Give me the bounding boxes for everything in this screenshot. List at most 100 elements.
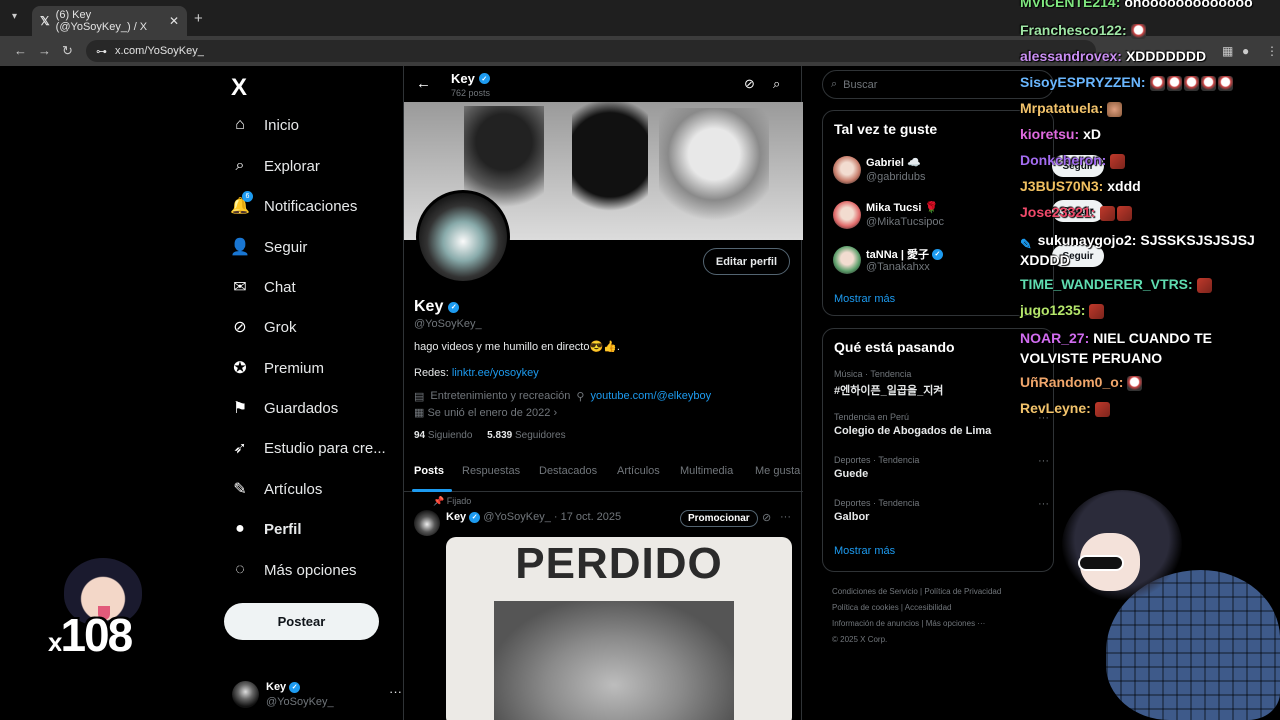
following-label: Siguiendo bbox=[427, 430, 473, 441]
avatar[interactable] bbox=[414, 510, 440, 536]
more-icon[interactable]: ··· bbox=[780, 511, 791, 523]
grok-icon[interactable]: ⊘ bbox=[744, 76, 755, 92]
suggestion-handle: @Tanakahxx bbox=[866, 261, 930, 273]
trend-category: Música · Tendencia bbox=[834, 369, 912, 379]
tab-1[interactable]: Respuestas bbox=[462, 465, 520, 477]
trend-item[interactable]: Música · Tendencia #엔하이픈_일곱을_지켜 bbox=[834, 369, 1049, 398]
grok-icon[interactable]: ⊘ bbox=[762, 511, 771, 524]
mail-icon: ✉ bbox=[233, 279, 247, 296]
search-icon: ⌕ bbox=[831, 78, 838, 90]
browser-tab[interactable]: 𝕏 (6) Key (@YoSoyKey_) / X ✕ bbox=[32, 6, 187, 36]
ghost-emote-icon bbox=[1149, 75, 1165, 91]
sidebar-item-grok[interactable]: ⊘ Grok bbox=[230, 317, 296, 337]
chat-message: alessandrovex: XDDDDDDD bbox=[1020, 48, 1206, 64]
more-icon[interactable]: ··· bbox=[389, 684, 402, 699]
suggestion-name-row: Gabriel ☁️ bbox=[866, 156, 921, 169]
tweet-author[interactable]: Key bbox=[446, 511, 466, 523]
edit-profile-button[interactable]: Editar perfil bbox=[702, 248, 790, 275]
active-tab-indicator bbox=[412, 489, 452, 492]
trend-category: Deportes · Tendencia bbox=[834, 455, 920, 465]
promote-button[interactable]: Promocionar bbox=[680, 510, 758, 527]
sidebar-item-mail[interactable]: ✉ Chat bbox=[230, 277, 295, 297]
trend-name: Galbor bbox=[834, 511, 870, 523]
combo-counter: x108 bbox=[48, 608, 133, 662]
sidebar-item-bell[interactable]: 🔔 6 Notificaciones bbox=[230, 191, 358, 216]
browser-tab-title: (6) Key (@YoSoyKey_) / X bbox=[55, 9, 148, 33]
join-date-row: ▦ Se unió el enero de 2022 › bbox=[414, 406, 557, 419]
suggestion-item[interactable]: taNNa | 愛子 ✓ @Tanakahxx Seguir bbox=[833, 243, 1104, 279]
sidebar-item-bookmark[interactable]: ⚑ Guardados bbox=[230, 398, 338, 418]
sidebar-item-person[interactable]: ● Perfil bbox=[230, 519, 301, 539]
followers-link[interactable]: 5.839 Seguidores bbox=[487, 430, 565, 441]
suggestion-name-row: taNNa | 愛子 ✓ bbox=[866, 246, 943, 262]
sidebar-item-home[interactable]: ⌂ Inicio bbox=[230, 115, 299, 135]
link-icon: ⚲ bbox=[576, 391, 585, 403]
trends-show-more-link[interactable]: Mostrar más bbox=[834, 545, 895, 557]
new-tab-icon[interactable]: + bbox=[194, 10, 203, 27]
back-arrow-icon[interactable]: ← bbox=[416, 75, 431, 92]
left-sidebar: X ⌂ Inicio ⌕ Explorar 🔔 6 Notificaciones 👤 Segui… bbox=[218, 66, 404, 720]
more-icon[interactable]: ··· bbox=[1038, 498, 1049, 510]
tab-5[interactable]: Me gusta bbox=[755, 465, 800, 477]
avatar bbox=[232, 681, 259, 708]
tab-4[interactable]: Multimedia bbox=[680, 465, 733, 477]
following-link[interactable]: 94 Siguiendo bbox=[414, 430, 472, 441]
avatar bbox=[833, 156, 861, 184]
account-switcher[interactable]: Key ✓ @YoSoyKey_ ··· bbox=[230, 678, 402, 714]
chat-message: jugo1235: bbox=[1020, 302, 1106, 319]
footer-link[interactable]: Más opciones ··· bbox=[926, 619, 986, 628]
chat-username: TIME_WANDERER_VTRS: bbox=[1020, 276, 1193, 292]
sidebar-item-more-circle[interactable]: ◌ Más opciones bbox=[230, 560, 356, 580]
join-date[interactable]: Se unió el enero de 2022 bbox=[427, 407, 550, 419]
suggestion-item[interactable]: Mika Tucsi 🌹 @MikaTucsipoc Seguir bbox=[833, 198, 1104, 234]
chat-message: UñRandom0_o: bbox=[1020, 374, 1144, 391]
trend-item[interactable]: Deportes · Tendencia Galbor ··· bbox=[834, 498, 1049, 523]
tweet-image[interactable]: PERDIDO bbox=[446, 537, 792, 720]
sidebar-item-article[interactable]: ✎ Artículos bbox=[230, 479, 322, 499]
suggestion-name-row: Mika Tucsi 🌹 bbox=[866, 201, 938, 214]
notification-badge: 6 bbox=[242, 191, 253, 202]
forward-arrow-icon[interactable]: → bbox=[38, 43, 51, 58]
sidebar-item-premium[interactable]: ✪ Premium bbox=[230, 358, 324, 378]
reload-icon[interactable]: ↻ bbox=[62, 43, 73, 59]
back-arrow-icon[interactable]: ← bbox=[14, 43, 27, 58]
poster-headline: PERDIDO bbox=[515, 539, 723, 588]
more-icon[interactable]: ··· bbox=[1038, 455, 1049, 467]
footer-link[interactable]: Política de cookies bbox=[832, 603, 899, 612]
profile-avatar[interactable] bbox=[416, 190, 510, 284]
site-info-icon[interactable]: ⊶ bbox=[96, 45, 107, 58]
chat-text: xddd bbox=[1107, 178, 1141, 194]
footer-link[interactable]: Accesibilidad bbox=[905, 603, 952, 612]
trend-item[interactable]: Deportes · Tendencia Guede ··· bbox=[834, 455, 1049, 480]
tab-0[interactable]: Posts bbox=[414, 465, 444, 477]
trends-title: Qué está pasando bbox=[834, 339, 955, 355]
show-more-link[interactable]: Mostrar más bbox=[834, 293, 895, 305]
suggestion-item[interactable]: Gabriel ☁️ @gabridubs Seguir bbox=[833, 153, 1104, 189]
linktree-link[interactable]: linktr.ee/yosoykey bbox=[452, 367, 539, 379]
sidebar-item-label: Notificaciones bbox=[264, 197, 358, 215]
trend-category: Tendencia en Perú bbox=[834, 412, 910, 422]
tab-3[interactable]: Artículos bbox=[617, 465, 660, 477]
chevron-right-icon[interactable]: › bbox=[553, 407, 557, 419]
post-button[interactable]: Postear bbox=[224, 603, 379, 640]
footer-link[interactable]: Política de Privacidad bbox=[924, 587, 1001, 596]
search-icon[interactable]: ⌕ bbox=[773, 76, 780, 92]
footer-link[interactable]: Condiciones de Servicio bbox=[832, 587, 918, 596]
tab-search-chevron-icon[interactable]: ▾ bbox=[12, 11, 17, 22]
sidebar-item-add-person[interactable]: 👤 Seguir bbox=[230, 237, 307, 257]
x-logo-icon[interactable]: X bbox=[231, 74, 247, 102]
grok-icon: ⊘ bbox=[233, 319, 247, 336]
rocket-icon: ➶ bbox=[233, 440, 247, 457]
address-bar[interactable]: ⊶ x.com/YoSoyKey_ bbox=[86, 40, 1096, 62]
footer-link[interactable]: Información de anuncios bbox=[832, 619, 919, 628]
pinned-text: Fijado bbox=[446, 496, 472, 506]
close-tab-icon[interactable]: ✕ bbox=[169, 14, 179, 28]
chat-username: Jose23321: bbox=[1020, 204, 1096, 220]
footer-link[interactable]: © 2025 X Corp. bbox=[832, 635, 887, 644]
sidebar-item-rocket[interactable]: ➶ Estudio para cre... bbox=[230, 438, 385, 458]
followers-count: 5.839 bbox=[487, 430, 513, 441]
website-link[interactable]: youtube.com/@elkeyboy bbox=[590, 390, 711, 403]
tab-2[interactable]: Destacados bbox=[539, 465, 597, 477]
trend-item[interactable]: Tendencia en Perú Colegio de Abogados de … bbox=[834, 412, 1049, 437]
sidebar-item-search[interactable]: ⌕ Explorar bbox=[230, 156, 320, 176]
